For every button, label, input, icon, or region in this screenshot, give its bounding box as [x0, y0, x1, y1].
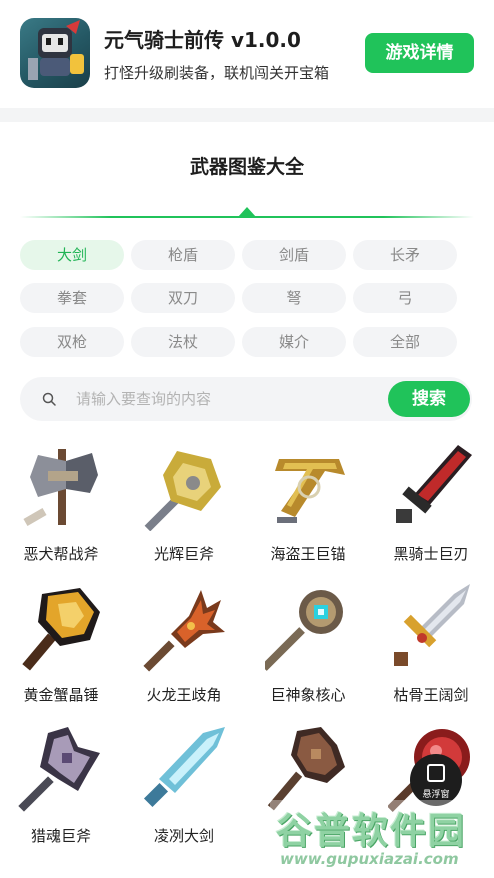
watermark-brand: 谷普软件园: [276, 811, 467, 852]
weapon-card[interactable]: 恶犬帮战斧: [2, 441, 120, 575]
app-subtitle: 打怪升级刷装备，联机闯关开宝箱: [104, 64, 330, 82]
category-chip[interactable]: 枪盾: [131, 240, 235, 270]
weapon-name: 巨神象核心: [270, 686, 346, 704]
weapon-name: 火龙王歧角: [146, 686, 222, 704]
sword-icon: [143, 727, 225, 808]
weapon-name: 光辉巨斧: [153, 545, 214, 563]
sword-icon: [396, 445, 472, 523]
antler-icon: [143, 590, 225, 672]
weapon-name: 猎魂巨斧: [30, 827, 91, 845]
category-chip[interactable]: 剑盾: [242, 240, 346, 270]
weapon-card[interactable]: 光辉巨斧: [125, 441, 243, 575]
weapon-card[interactable]: 猎魂巨斧: [2, 723, 120, 857]
float-window-button[interactable]: 悬浮窗: [410, 754, 462, 806]
sword-icon: [394, 584, 470, 666]
weapon-name: 黑骑士巨刃: [393, 545, 469, 563]
weapon-card[interactable]: 凌冽大剑: [125, 723, 243, 857]
category-chip[interactable]: 双枪: [20, 327, 124, 357]
search-bar: 搜索: [20, 377, 472, 421]
weapon-name: 海盗王巨锚: [270, 545, 346, 563]
title-arrow-icon: [238, 207, 256, 217]
axe-icon: [18, 727, 100, 812]
category-chip[interactable]: 长矛: [353, 240, 457, 270]
anchor-icon: [275, 459, 345, 523]
game-detail-button[interactable]: 游戏详情: [365, 33, 474, 73]
axe-icon: [23, 449, 98, 526]
hammer-icon: [22, 588, 100, 671]
app-icon: [20, 18, 90, 88]
weapon-name: 恶犬帮战斧: [23, 545, 99, 563]
weapon-name: 黄金蟹晶锤: [23, 686, 99, 704]
axe-icon: [144, 451, 221, 531]
weapon-card[interactable]: 黑骑士巨刃: [372, 441, 490, 575]
weapon-card[interactable]: 黄金蟹晶锤: [2, 582, 120, 716]
app-title: 元气骑士前传 v1.0.0: [104, 28, 301, 52]
search-icon: [42, 392, 56, 406]
category-chip[interactable]: 弓: [353, 283, 457, 313]
weapon-name: 凌冽大剑: [153, 827, 214, 845]
category-chip[interactable]: 媒介: [242, 327, 346, 357]
category-chip[interactable]: 弩: [242, 283, 346, 313]
search-button[interactable]: 搜索: [388, 381, 470, 417]
search-input[interactable]: [76, 377, 376, 421]
app-header: 元气骑士前传 v1.0.0 打怪升级刷装备，联机闯关开宝箱 游戏详情: [0, 0, 494, 108]
section-title: 武器图鉴大全: [189, 156, 304, 178]
watermark: 谷普软件园 www.gupuxiazai.com: [270, 800, 492, 878]
watermark-url: www.gupuxiazai.com: [280, 850, 459, 868]
category-chip[interactable]: 拳套: [20, 283, 124, 313]
section-divider: [0, 108, 494, 122]
weapon-card[interactable]: 巨神象核心: [249, 582, 367, 716]
category-chip[interactable]: 全部: [353, 327, 457, 357]
weapon-card[interactable]: 枯骨王阔剑: [372, 582, 490, 716]
window-icon: [427, 764, 445, 782]
category-chip[interactable]: 双刀: [131, 283, 235, 313]
weapon-card[interactable]: 海盗王巨锚: [249, 441, 367, 575]
category-chip[interactable]: 大剑: [20, 240, 124, 270]
weapon-name: 枯骨王阔剑: [393, 686, 469, 704]
staff-icon: [265, 590, 343, 671]
weapon-card[interactable]: 火龙王歧角: [125, 582, 243, 716]
float-window-label: 悬浮窗: [422, 790, 450, 800]
category-chip[interactable]: 法杖: [131, 327, 235, 357]
